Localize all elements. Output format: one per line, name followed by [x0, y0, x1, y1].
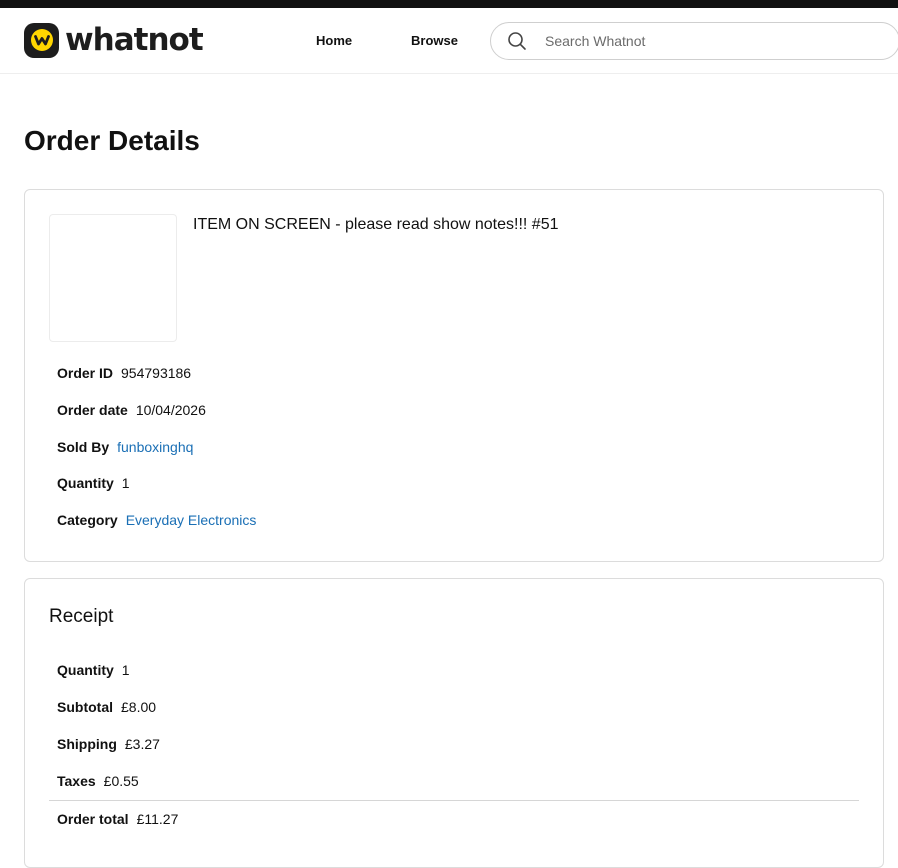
- receipt-quantity-label: Quantity: [57, 662, 114, 678]
- receipt-quantity-value: 1: [121, 662, 130, 678]
- order-date-label: Order date: [57, 402, 128, 418]
- top-bar: [0, 0, 898, 8]
- search-icon: [507, 31, 527, 51]
- quantity-label: Quantity: [57, 475, 114, 491]
- order-total-row: Order total £11.27: [57, 810, 178, 828]
- quantity-row: Quantity 1: [57, 474, 130, 492]
- shipping-label: Shipping: [57, 736, 117, 752]
- whatnot-logo[interactable]: whatnot: [24, 22, 204, 58]
- item-thumbnail: [49, 214, 177, 342]
- receipt-divider: [49, 800, 859, 801]
- order-details-card: ITEM ON SCREEN - please read show notes!…: [24, 189, 884, 562]
- whatnot-logo-icon: [24, 22, 59, 58]
- quantity-value: 1: [121, 475, 130, 491]
- search-input[interactable]: [543, 29, 883, 53]
- taxes-value: £0.55: [103, 773, 139, 789]
- subtotal-label: Subtotal: [57, 699, 113, 715]
- nav-home-link[interactable]: Home: [316, 32, 352, 50]
- taxes-label: Taxes: [57, 773, 96, 789]
- order-date-value: 10/04/2026: [135, 402, 206, 418]
- seller-link[interactable]: funboxinghq: [117, 439, 193, 455]
- nav-browse-link[interactable]: Browse: [411, 32, 458, 50]
- category-row: Category Everyday Electronics: [57, 511, 256, 529]
- subtotal-value: £8.00: [121, 699, 157, 715]
- shipping-value: £3.27: [124, 736, 160, 752]
- receipt-quantity-row: Quantity 1: [57, 661, 130, 679]
- category-link[interactable]: Everyday Electronics: [126, 512, 257, 528]
- receipt-card: Receipt Quantity 1 Subtotal £8.00 Shipping…: [24, 578, 884, 868]
- taxes-row: Taxes £0.55: [57, 772, 139, 790]
- sold-by-row: Sold By funboxinghq: [57, 438, 193, 456]
- order-date-row: Order date 10/04/2026: [57, 401, 206, 419]
- page-title: Order Details: [24, 125, 200, 156]
- category-label: Category: [57, 512, 118, 528]
- order-total-label: Order total: [57, 811, 129, 827]
- order-total-value: £11.27: [136, 811, 179, 827]
- subtotal-row: Subtotal £8.00: [57, 698, 156, 716]
- order-id-row: Order ID 954793186: [57, 364, 191, 382]
- item-title: ITEM ON SCREEN - please read show notes!…: [193, 216, 559, 233]
- receipt-title: Receipt: [49, 606, 114, 627]
- order-id-value: 954793186: [121, 365, 192, 381]
- order-id-label: Order ID: [57, 365, 114, 381]
- brand-name: whatnot: [65, 22, 204, 58]
- site-header: whatnot Home Browse: [0, 8, 898, 74]
- sold-by-label: Sold By: [57, 439, 110, 455]
- search-bar[interactable]: [490, 22, 898, 60]
- shipping-row: Shipping £3.27: [57, 735, 160, 753]
